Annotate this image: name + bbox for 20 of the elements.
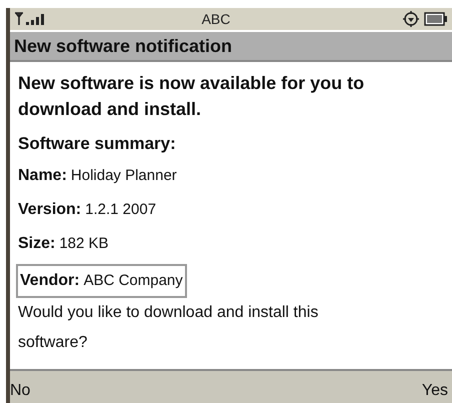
operator-name: ABC <box>200 10 232 28</box>
field-label: Name: <box>18 166 67 186</box>
field-value: 1.2.1 2007 <box>85 200 156 220</box>
field-value: Holiday Planner <box>70 166 177 186</box>
question-text: Would you like to download and install this software? <box>18 303 320 353</box>
summary-heading: Software summary: <box>18 133 177 155</box>
field-row[interactable]: Version: 1.2.1 2007 <box>18 196 156 224</box>
field-value: ABC Company <box>84 270 183 291</box>
no-softkey[interactable]: No <box>10 379 30 403</box>
field-row[interactable]: Name: Holiday Planner <box>18 162 177 190</box>
battery-icon <box>424 12 448 26</box>
message-text: New software is now available for you to download and install. <box>18 72 366 121</box>
field-label: Version: <box>18 200 82 220</box>
field-row[interactable]: Size: 182 KB <box>18 230 109 258</box>
field-label: Vendor: <box>20 271 80 291</box>
field-value: 182 KB <box>59 234 109 254</box>
field-label: Size: <box>18 234 56 254</box>
field-row[interactable]: Vendor: ABC Company <box>16 264 187 298</box>
yes-softkey[interactable]: Yes <box>418 379 452 403</box>
title-bar: New software notification <box>10 32 452 62</box>
